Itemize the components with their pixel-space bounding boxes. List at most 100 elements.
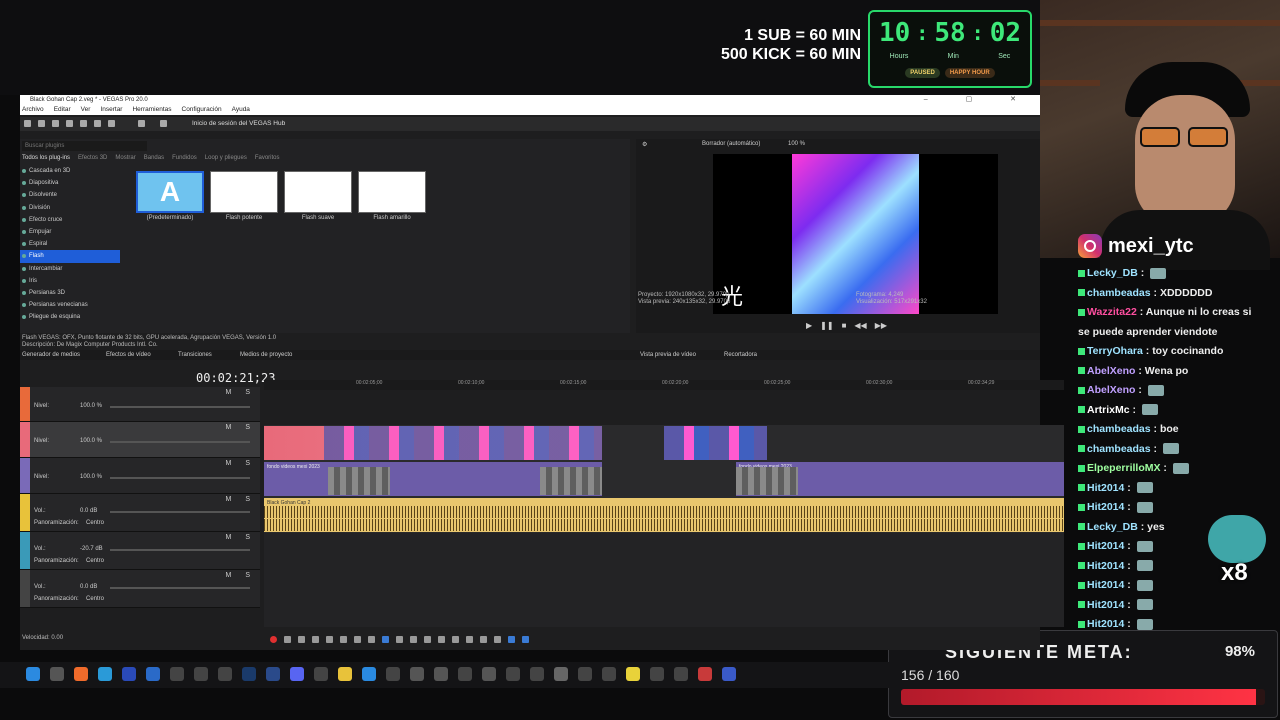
vegas-hub-link[interactable]: Inicio de sesión del VEGAS Hub (192, 120, 285, 127)
preset-thumbnail[interactable]: A (Predeterminado) (136, 171, 204, 223)
go-to-end-icon[interactable] (368, 636, 375, 643)
app-icon[interactable] (218, 667, 232, 681)
chat-username[interactable]: chambeadas (1087, 423, 1151, 435)
folder-icon[interactable] (338, 667, 352, 681)
undo-icon[interactable] (138, 120, 145, 127)
transition-item[interactable]: Flash (20, 250, 120, 263)
fx-tab[interactable]: Bandas (144, 155, 164, 161)
selection-tool-icon[interactable] (410, 636, 417, 643)
pause-icon[interactable] (326, 636, 333, 643)
prev-frame-icon[interactable]: ◀◀ (854, 321, 866, 330)
transition-item[interactable]: Espiral (20, 238, 120, 250)
menu-item[interactable]: Insertar (100, 105, 122, 115)
lock-icon[interactable] (480, 636, 487, 643)
app-icon[interactable] (482, 667, 496, 681)
chat-username[interactable]: Lecky_DB (1087, 521, 1138, 533)
chat-username[interactable]: Lecky_DB (1087, 267, 1138, 279)
split-icon[interactable] (466, 636, 473, 643)
app-icon[interactable] (434, 667, 448, 681)
audio-clip[interactable]: Black Gohan Cap 2 (264, 498, 1064, 532)
transition-item[interactable]: Iris (20, 275, 120, 287)
app-icon[interactable] (674, 667, 688, 681)
transition-item[interactable]: Pliegue de esquina (20, 311, 120, 323)
go-to-start-icon[interactable] (354, 636, 361, 643)
track-header[interactable]: M S Vol.: 0.0 dB Panoramización: Centro (20, 494, 260, 532)
fx-tab[interactable]: Fundidos (172, 155, 197, 161)
trim-icon[interactable] (452, 636, 459, 643)
snap-icon[interactable] (508, 636, 515, 643)
new-file-icon[interactable] (24, 120, 31, 127)
record-icon[interactable] (270, 636, 277, 643)
marker-icon[interactable] (494, 636, 501, 643)
track-header[interactable]: M S Nivel: 100.0 % (20, 422, 260, 458)
track-header[interactable]: M S Vol.: -20.7 dB Panoramización: Centro (20, 532, 260, 570)
copy-icon[interactable] (108, 120, 115, 127)
cut-icon[interactable] (94, 120, 101, 127)
app-icon[interactable] (554, 667, 568, 681)
chat-username[interactable]: TerryOhara (1087, 345, 1143, 357)
app-icon[interactable] (698, 667, 712, 681)
chat-username[interactable]: ElpeperrilloMX (1087, 462, 1161, 474)
video-clip-2[interactable] (664, 426, 767, 460)
track-header[interactable]: M S Vol.: 0.0 dB Panoramización: Centro (20, 570, 260, 608)
loop-icon[interactable] (284, 636, 291, 643)
preview-zoom-select[interactable]: 100 % (788, 141, 805, 147)
chat-username[interactable]: chambeadas (1087, 287, 1151, 299)
mute-solo-buttons[interactable]: M S (226, 534, 256, 541)
dock-tab[interactable]: Medios de proyecto (240, 350, 292, 360)
fx-tab[interactable]: Todos los plug-ins (22, 155, 70, 161)
fx-tab[interactable]: Efectos 3D (78, 155, 107, 161)
fx-tab[interactable]: Favoritos (255, 155, 280, 161)
dock-tab[interactable]: Recortadora (724, 350, 757, 360)
play-icon[interactable]: ▶ (806, 321, 812, 330)
delete-icon[interactable] (438, 636, 445, 643)
app-icon[interactable] (194, 667, 208, 681)
chat-username[interactable]: AbelXeno (1087, 365, 1135, 377)
start-icon[interactable] (26, 667, 40, 681)
chat-username[interactable]: ArtrixMc (1087, 404, 1130, 416)
chat-username[interactable]: Hit2014 (1087, 599, 1124, 611)
search-icon[interactable] (50, 667, 64, 681)
photoshop-icon[interactable] (242, 667, 256, 681)
save-icon[interactable] (52, 120, 59, 127)
plugin-search-input[interactable]: Buscar plugins (22, 141, 147, 151)
app-icon[interactable] (386, 667, 400, 681)
track-level-slider[interactable] (110, 587, 250, 589)
timeline-ruler[interactable]: 00:02:05;00 00:02:10;00 00:02:15;00 00:02:2… (264, 380, 1064, 390)
chat-username[interactable]: Hit2014 (1087, 579, 1124, 591)
menu-item[interactable]: Ver (81, 105, 91, 115)
track-level-slider[interactable] (110, 406, 250, 408)
fx-tab[interactable]: Mostrar (115, 155, 135, 161)
preview-mode-select[interactable]: Borrador (automático) (702, 141, 760, 147)
app-icon[interactable] (314, 667, 328, 681)
app-icon[interactable] (266, 667, 280, 681)
dock-tab[interactable]: Generador de medios (22, 350, 80, 360)
open-file-icon[interactable] (38, 120, 45, 127)
edge-icon[interactable] (98, 667, 112, 681)
edit-tool-icon[interactable] (382, 636, 389, 643)
app-icon[interactable] (170, 667, 184, 681)
track-level-slider[interactable] (110, 477, 250, 479)
app-icon[interactable] (458, 667, 472, 681)
preset-thumbnail[interactable]: Flash potente (210, 171, 278, 223)
redo-icon[interactable] (160, 120, 167, 127)
menu-item[interactable]: Herramientas (132, 105, 171, 115)
render-icon[interactable] (66, 120, 73, 127)
vegas-icon[interactable] (122, 667, 136, 681)
app-icon[interactable] (506, 667, 520, 681)
transition-item[interactable]: División (20, 202, 120, 214)
menu-item[interactable]: Archivo (22, 105, 44, 115)
chat-username[interactable]: Hit2014 (1087, 560, 1124, 572)
app-icon[interactable] (530, 667, 544, 681)
mute-solo-buttons[interactable]: M S (226, 572, 256, 579)
settings-icon[interactable] (80, 120, 87, 127)
chat-username[interactable]: AbelXeno (1087, 384, 1135, 396)
menu-item[interactable]: Configuración (182, 105, 222, 115)
transition-item[interactable]: Efecto cruce (20, 214, 120, 226)
fx-tab[interactable]: Loop y pliegues (205, 155, 247, 161)
mute-solo-buttons[interactable]: M S (226, 496, 256, 503)
mute-solo-buttons[interactable]: M S (226, 424, 256, 431)
vegas-alt-icon[interactable] (146, 667, 160, 681)
pause-icon[interactable]: ❚❚ (820, 321, 833, 330)
stop-icon[interactable] (340, 636, 347, 643)
